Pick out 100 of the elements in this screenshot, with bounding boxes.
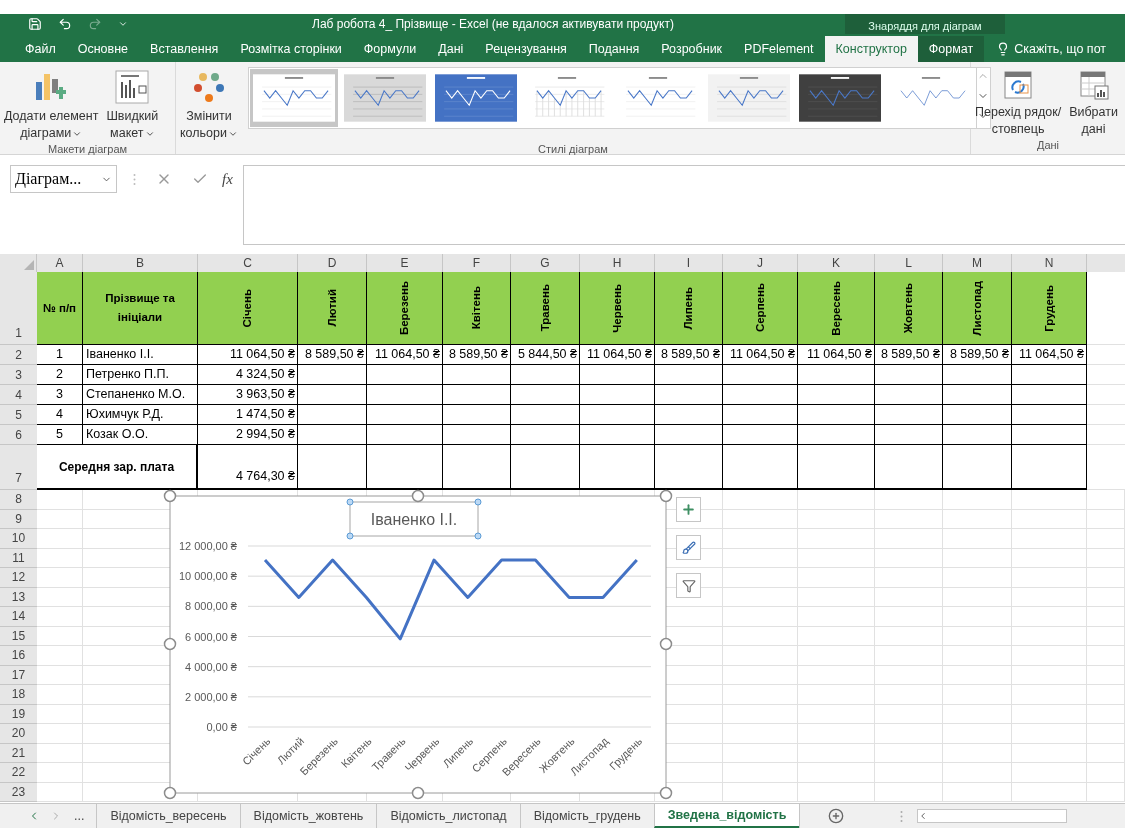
row-number[interactable]: 5 (0, 405, 37, 425)
ribbon-tab[interactable]: Подання (577, 36, 651, 62)
resize-handle[interactable] (411, 489, 425, 503)
formula-input[interactable] (242, 165, 1125, 245)
ribbon-button[interactable]: Змінити кольори (176, 62, 242, 142)
resize-handle[interactable] (659, 786, 673, 800)
table-cell-text: Козак О.О. (86, 426, 149, 444)
row-number[interactable]: 16 (0, 646, 37, 666)
empty-cell (943, 405, 1012, 425)
undo-icon[interactable] (58, 17, 72, 31)
row-number[interactable]: 6 (0, 425, 37, 445)
ribbon-tab[interactable]: Формат (917, 36, 985, 62)
header-cell: Лютий (298, 272, 367, 345)
empty-cell (875, 587, 943, 607)
layout-icon (115, 70, 150, 104)
table-cell-text: 4 324,50 ₴ (235, 366, 295, 384)
ribbon-tab[interactable]: Розробник (650, 36, 734, 62)
empty-cell (443, 385, 511, 405)
row-number[interactable]: 2 (0, 345, 37, 365)
resize-handle[interactable] (659, 637, 673, 651)
empty-cell (1087, 587, 1125, 607)
empty-cell (943, 724, 1012, 744)
row-number[interactable]: 10 (0, 529, 37, 549)
row-number[interactable]: 14 (0, 607, 37, 627)
customize-icon[interactable] (118, 19, 128, 29)
name-box[interactable]: Діаграм... (10, 165, 117, 193)
table-cell-text: 11 064,50 ₴ (586, 346, 652, 364)
empty-cell (943, 587, 1012, 607)
group-label: Стилі діаграм (537, 142, 609, 157)
empty-cell (943, 509, 1012, 529)
empty-cell (943, 607, 1012, 627)
resize-handle[interactable] (163, 637, 177, 651)
empty-cell (875, 445, 943, 490)
fx-button[interactable]: fx (222, 165, 233, 193)
ribbon-tab[interactable]: Вставлення (139, 36, 230, 62)
title-handle[interactable] (346, 532, 354, 540)
axis-label: 6 000,00 ₴ (185, 630, 237, 643)
row-number[interactable]: 20 (0, 724, 37, 744)
resize-handle[interactable] (659, 489, 673, 503)
sheet-tab[interactable]: Відомість_листопад (376, 804, 520, 828)
empty-cell (943, 568, 1012, 588)
sheet-tab[interactable]: Відомість_вересень (96, 804, 240, 828)
ribbon-button[interactable]: Перехід рядок/ стовпець (971, 62, 1066, 138)
empty-cell (511, 385, 580, 405)
row-number[interactable]: 3 (0, 365, 37, 385)
resize-handle[interactable] (163, 489, 177, 503)
ribbon-tab[interactable]: Формули (352, 36, 428, 62)
row-number[interactable]: 4 (0, 385, 37, 405)
empty-cell (875, 509, 943, 529)
ribbon-button[interactable]: Швидкий макет (102, 62, 163, 142)
tell-me-field[interactable]: Скажіть, що пот (1014, 39, 1107, 59)
row-number[interactable]: 18 (0, 685, 37, 705)
row-number[interactable]: 7 (0, 445, 37, 490)
empty-cell (875, 626, 943, 646)
sheet-tab[interactable]: Відомість_грудень (519, 804, 654, 828)
chart-filters-button[interactable] (676, 573, 701, 598)
chart-styles-button[interactable] (676, 535, 701, 560)
table-cell-text: 3 (56, 386, 63, 404)
row-number[interactable]: 22 (0, 763, 37, 783)
header-cell: Травень (511, 272, 580, 345)
empty-cell (1087, 685, 1125, 705)
empty-cell (943, 548, 1012, 568)
ribbon-tab[interactable]: Файл (14, 36, 67, 62)
resize-handle[interactable] (411, 786, 425, 800)
window-title: Лаб робота 4_ Прізвище - Excel (не вдалося активувати продукт) (312, 16, 674, 33)
empty-cell (943, 665, 1012, 685)
row-number[interactable]: 1 (0, 272, 37, 345)
table-chart-icon (1078, 70, 1109, 100)
empty-cell (1087, 743, 1125, 763)
ribbon-button[interactable]: Додати елемент діаграми (0, 62, 103, 142)
resize-handle[interactable] (163, 786, 177, 800)
title-handle[interactable] (346, 498, 354, 506)
chart-style-thumbnail[interactable] (250, 69, 338, 127)
sheet-tab[interactable]: Відомість_жовтень (239, 804, 377, 828)
empty-cell (875, 607, 943, 627)
save-icon[interactable] (28, 17, 42, 31)
header-cell: Вересень (798, 272, 875, 345)
row-number[interactable]: 8 (0, 490, 37, 510)
empty-cell (943, 529, 1012, 549)
ribbon-tab[interactable]: Дані (427, 36, 475, 62)
title-selection-frame[interactable] (349, 501, 479, 537)
title-handle[interactable] (474, 498, 482, 506)
empty-cell (875, 405, 943, 425)
row-number[interactable]: 12 (0, 568, 37, 588)
ribbon-tab[interactable]: Рецензування (474, 36, 578, 62)
ribbon-button[interactable]: Вибрати дані (1065, 62, 1122, 138)
empty-cell (875, 743, 943, 763)
add-sheet-icon[interactable] (828, 808, 845, 824)
sheet-tab[interactable]: Зведена_відомість (653, 804, 800, 828)
header-cell: Березень (367, 272, 443, 345)
empty-cell (875, 529, 943, 549)
ribbon-tab[interactable]: Основне (66, 36, 140, 62)
ribbon-tab[interactable]: Конструктор (824, 36, 918, 62)
chart-elements-button[interactable] (676, 497, 701, 522)
horizontal-scrollbar[interactable] (917, 809, 1068, 823)
more-sheets-button[interactable]: ... (72, 806, 87, 826)
ribbon-tab[interactable]: PDFelement (733, 36, 825, 62)
empty-cell (1087, 490, 1125, 510)
title-handle[interactable] (474, 532, 482, 540)
ribbon-tab[interactable]: Розмітка сторінки (229, 36, 353, 62)
